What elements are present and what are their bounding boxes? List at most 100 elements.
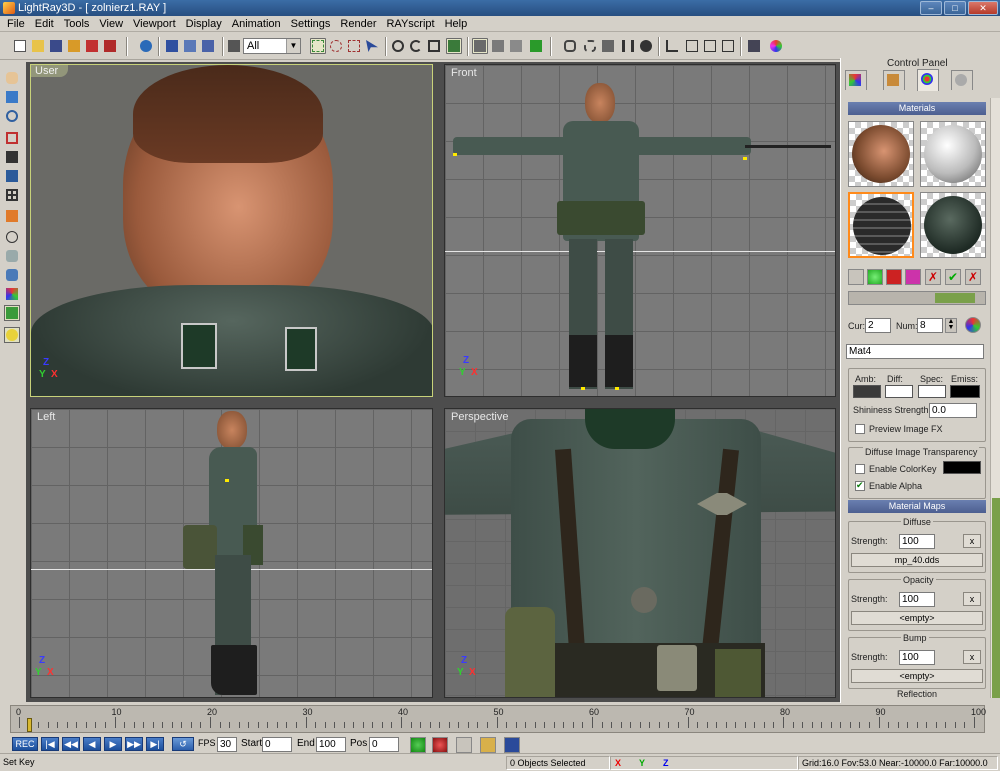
go-end-icon[interactable]: ▶| bbox=[146, 737, 164, 751]
selection-filter-select[interactable]: All ▼ bbox=[243, 38, 301, 54]
key-save-icon[interactable] bbox=[504, 737, 520, 753]
maximize-button[interactable]: □ bbox=[944, 1, 966, 15]
diff-color-swatch[interactable] bbox=[885, 385, 913, 398]
num-input[interactable]: 8 bbox=[917, 318, 943, 333]
zoom-selected-icon[interactable] bbox=[4, 168, 20, 184]
prev-key-icon[interactable]: ◀◀ bbox=[62, 737, 80, 751]
delete-material-icon[interactable]: ✗ bbox=[925, 269, 941, 285]
timeline[interactable]: 0 10 20 30 40 50 60 70 80 90 100 bbox=[0, 703, 1000, 735]
opacity-clear-button[interactable]: x bbox=[963, 592, 981, 606]
menu-rayscript[interactable]: RAYscript bbox=[381, 18, 439, 30]
colorkey-swatch[interactable] bbox=[943, 461, 981, 474]
paste-key-icon[interactable] bbox=[480, 737, 496, 753]
material-palette-icon[interactable] bbox=[965, 317, 981, 333]
unlink-icon[interactable] bbox=[582, 38, 598, 54]
material-slider-track[interactable] bbox=[848, 291, 986, 305]
menu-view[interactable]: View bbox=[94, 18, 128, 30]
amb-color-swatch[interactable] bbox=[853, 385, 881, 398]
move-icon[interactable] bbox=[390, 38, 406, 54]
zoom-region-icon[interactable] bbox=[4, 130, 20, 146]
menu-render[interactable]: Render bbox=[335, 18, 381, 30]
lighting-icon[interactable] bbox=[4, 305, 20, 321]
transform-pointer-icon[interactable] bbox=[446, 38, 462, 54]
spec-color-swatch[interactable] bbox=[918, 385, 946, 398]
record-button[interactable]: REC bbox=[12, 737, 38, 751]
delete-key-icon[interactable] bbox=[432, 737, 448, 753]
circle-select-icon[interactable] bbox=[328, 38, 344, 54]
preview-fx-checkbox[interactable] bbox=[855, 424, 865, 434]
render-icon[interactable] bbox=[4, 208, 20, 224]
grid-snap-icon[interactable] bbox=[702, 38, 718, 54]
close-button[interactable]: ✕ bbox=[968, 1, 998, 15]
opacity-strength-input[interactable]: 100 bbox=[899, 592, 935, 607]
material-slot-4[interactable] bbox=[920, 192, 986, 258]
tab-settings[interactable] bbox=[951, 70, 973, 90]
rotate-icon[interactable] bbox=[408, 38, 424, 54]
ik-icon[interactable] bbox=[746, 38, 762, 54]
mirror-icon[interactable] bbox=[620, 38, 636, 54]
material-cube-icon[interactable] bbox=[886, 269, 902, 285]
prev-frame-icon[interactable]: ◀ bbox=[83, 737, 101, 751]
tab-modify[interactable] bbox=[883, 70, 905, 90]
save-all-icon[interactable] bbox=[66, 38, 82, 54]
copy-key-icon[interactable] bbox=[456, 737, 472, 753]
remove-material-icon[interactable]: ✗ bbox=[965, 269, 981, 285]
menu-help[interactable]: Help bbox=[440, 18, 473, 30]
four-viewports-icon[interactable] bbox=[4, 187, 20, 203]
orbit-icon[interactable] bbox=[4, 89, 20, 105]
snap-icon[interactable] bbox=[684, 38, 700, 54]
control-panel-scrollbar[interactable] bbox=[990, 98, 1000, 698]
bump-strength-input[interactable]: 100 bbox=[899, 650, 935, 665]
lasso-select-icon[interactable] bbox=[346, 38, 362, 54]
save-icon[interactable] bbox=[48, 38, 64, 54]
zoom-extents-icon[interactable] bbox=[4, 149, 20, 165]
textured-icon[interactable] bbox=[4, 286, 20, 302]
material-slot-3[interactable] bbox=[848, 192, 914, 258]
group-icon[interactable] bbox=[638, 38, 654, 54]
opacity-file-button[interactable]: <empty> bbox=[851, 611, 983, 625]
fps-input[interactable]: 30 bbox=[217, 737, 237, 752]
face-mode-icon[interactable] bbox=[508, 38, 524, 54]
end-input[interactable]: 100 bbox=[316, 737, 346, 752]
light-bulb-icon[interactable] bbox=[4, 327, 20, 343]
undo-icon[interactable] bbox=[138, 38, 154, 54]
material-slot-2[interactable] bbox=[920, 121, 986, 187]
vertex-mode-icon[interactable] bbox=[472, 38, 488, 54]
select-by-name-icon[interactable] bbox=[164, 38, 180, 54]
viewport-perspective[interactable]: Perspective Z Y X bbox=[444, 408, 836, 698]
shininess-input[interactable]: 0.0 bbox=[929, 403, 977, 418]
link-icon[interactable] bbox=[562, 38, 578, 54]
new-file-icon[interactable] bbox=[12, 38, 28, 54]
pan-hand-icon[interactable] bbox=[4, 70, 20, 86]
menu-animation[interactable]: Animation bbox=[227, 18, 286, 30]
scale-icon[interactable] bbox=[426, 38, 442, 54]
menu-edit[interactable]: Edit bbox=[30, 18, 59, 30]
diffuse-clear-button[interactable]: x bbox=[963, 534, 981, 548]
material-editor-icon[interactable] bbox=[768, 38, 784, 54]
next-key-icon[interactable]: ▶▶ bbox=[125, 737, 143, 751]
open-folder-icon[interactable] bbox=[30, 38, 46, 54]
smooth-shade-icon[interactable] bbox=[4, 267, 20, 283]
timeline-ruler[interactable]: 0 10 20 30 40 50 60 70 80 90 100 bbox=[10, 705, 986, 733]
bump-clear-button[interactable]: x bbox=[963, 650, 981, 664]
material-scene-icon[interactable] bbox=[848, 269, 864, 285]
zoom-icon[interactable] bbox=[4, 108, 20, 124]
material-sphere-icon[interactable] bbox=[867, 269, 883, 285]
menu-display[interactable]: Display bbox=[181, 18, 227, 30]
tab-materials[interactable] bbox=[917, 69, 939, 91]
import-icon[interactable] bbox=[84, 38, 100, 54]
emiss-color-swatch[interactable] bbox=[950, 385, 980, 398]
bone-icon[interactable] bbox=[600, 38, 616, 54]
diffuse-strength-input[interactable]: 100 bbox=[899, 534, 935, 549]
play-icon[interactable]: ▶ bbox=[104, 737, 122, 751]
object-mode-icon[interactable] bbox=[528, 38, 544, 54]
pointer-icon[interactable] bbox=[364, 38, 380, 54]
selection-list-icon[interactable] bbox=[226, 38, 242, 54]
viewport-front[interactable]: Front Z Y X bbox=[444, 64, 836, 397]
diffuse-file-button[interactable]: mp_40.dds bbox=[851, 553, 983, 567]
viewport-user[interactable]: User Z Y X bbox=[30, 64, 433, 397]
menu-tools[interactable]: Tools bbox=[59, 18, 95, 30]
menu-file[interactable]: File bbox=[2, 18, 30, 30]
start-input[interactable]: 0 bbox=[262, 737, 292, 752]
cur-input[interactable]: 2 bbox=[865, 318, 891, 333]
